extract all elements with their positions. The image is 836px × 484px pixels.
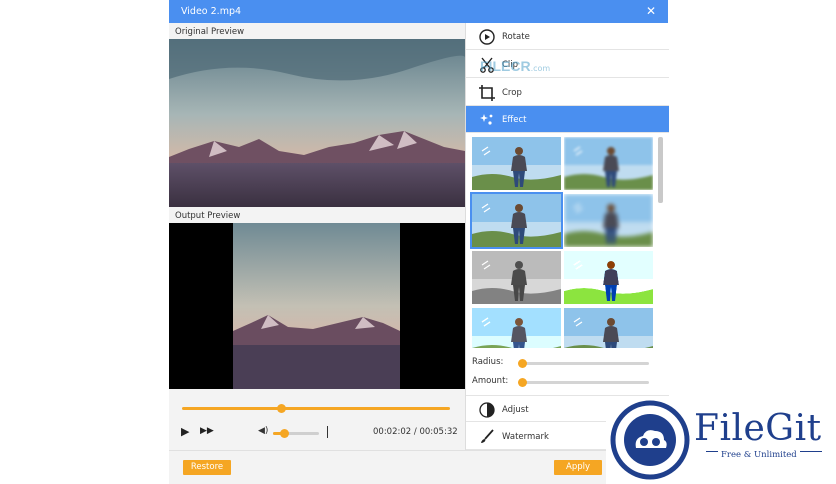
play-icon[interactable]: ▶: [181, 425, 189, 438]
tools-panel: Rotate Clip Crop Effect Radius: Amount:: [465, 23, 669, 450]
output-preview-label: Output Preview: [175, 211, 241, 221]
effect-thumbnail[interactable]: [470, 192, 563, 249]
amount-handle[interactable]: [517, 378, 527, 387]
effects-gallery: Radius: Amount:: [466, 133, 669, 395]
adjust-icon: [479, 402, 495, 418]
effect-thumbnail[interactable]: [564, 194, 653, 247]
time-separator: /: [413, 427, 417, 437]
current-time: 00:02:02: [373, 427, 412, 437]
filegit-text: FileGit: [694, 408, 822, 449]
filegit-watermark: FileGit Free & Unlimited: [606, 396, 836, 484]
effect-thumbnail[interactable]: [472, 137, 561, 190]
brush-icon: [481, 429, 494, 443]
radius-track[interactable]: [522, 362, 649, 365]
effect-thumbnail[interactable]: [564, 251, 653, 304]
output-frame: [233, 223, 400, 389]
rotate-label: Rotate: [502, 32, 530, 42]
progress-handle[interactable]: [276, 404, 286, 413]
crop-icon: [479, 85, 495, 101]
filecr-suffix: .com: [530, 64, 551, 73]
radius-label: Radius:: [472, 357, 504, 367]
effect-thumbnail[interactable]: [564, 137, 653, 190]
filegit-tagline: Free & Unlimited: [718, 450, 800, 460]
watermark-label: Watermark: [502, 432, 549, 442]
output-preview: [169, 223, 465, 389]
effect-label: Effect: [502, 115, 527, 125]
footer-bar: Restore Apply: [169, 450, 668, 484]
adjust-label: Adjust: [502, 405, 529, 415]
amount-label: Amount:: [472, 376, 509, 386]
original-preview: [169, 39, 465, 207]
menu-item-crop[interactable]: Crop: [466, 79, 669, 106]
effect-thumbnail[interactable]: [472, 251, 561, 304]
volume-icon[interactable]: ◀): [258, 426, 268, 436]
amount-track[interactable]: [522, 381, 649, 384]
menu-item-rotate[interactable]: Rotate: [466, 23, 669, 50]
window-title: Video 2.mp4: [181, 6, 242, 17]
original-preview-label: Original Preview: [175, 27, 245, 37]
rotate-icon: [479, 29, 495, 45]
menu-item-effect[interactable]: Effect: [466, 106, 669, 133]
filecr-watermark: FILECR.com: [480, 58, 550, 74]
preview-panel: Original Preview Output Preview ▶ ▶▶ ◀) …: [169, 23, 465, 450]
progress-track[interactable]: [182, 407, 450, 410]
filegit-logo-icon: [610, 400, 690, 480]
total-time: 00:05:32: [419, 427, 458, 437]
divider: [327, 426, 328, 438]
volume-handle[interactable]: [280, 429, 289, 438]
apply-button[interactable]: Apply: [554, 460, 602, 475]
time-display: 00:02:02 / 00:05:32: [373, 427, 458, 437]
sparkle-icon: [480, 114, 493, 125]
crop-label: Crop: [502, 88, 522, 98]
playback-controls: ▶ ▶▶ ◀) 00:02:02 / 00:05:32: [169, 389, 465, 450]
video-editor-window: Video 2.mp4 ✕ Original Preview Output Pr…: [169, 0, 669, 484]
radius-handle[interactable]: [517, 359, 527, 368]
effect-thumbnail[interactable]: [472, 308, 561, 348]
gallery-scrollbar[interactable]: [658, 137, 663, 203]
filecr-text: FILECR: [480, 58, 531, 74]
fast-forward-icon[interactable]: ▶▶: [200, 426, 214, 436]
title-bar: Video 2.mp4 ✕: [169, 0, 668, 23]
close-icon[interactable]: ✕: [646, 4, 656, 18]
effect-thumbnail[interactable]: [564, 308, 653, 348]
restore-button[interactable]: Restore: [183, 460, 231, 475]
